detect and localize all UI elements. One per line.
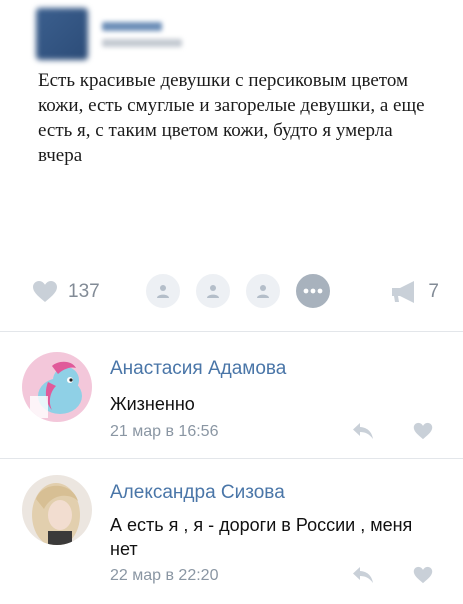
person-icon	[257, 285, 269, 298]
person-icon	[207, 285, 219, 298]
photo-blonde-image	[22, 475, 92, 545]
more-likers-button[interactable]	[294, 272, 332, 310]
post-header	[36, 6, 182, 62]
comment-text: Жизненно	[110, 394, 195, 414]
cartoon-pony-image	[22, 352, 92, 422]
post-author-meta	[102, 21, 182, 47]
post-actions-bar: 137 7	[0, 268, 463, 316]
comment-date: 22 мар в 22:20	[110, 567, 219, 584]
post-date-blurred	[102, 38, 182, 47]
comment-like-icon[interactable]	[413, 422, 433, 440]
comment-author-link[interactable]: Анастасия Адамова	[110, 358, 286, 380]
megaphone-icon	[392, 281, 415, 303]
ellipsis-icon	[303, 288, 323, 294]
reply-icon[interactable]	[352, 566, 374, 584]
commenter-avatar[interactable]	[22, 352, 92, 422]
post-author-avatar[interactable]	[36, 8, 88, 60]
commenter-avatar[interactable]	[22, 475, 92, 545]
share-button[interactable]: 7	[390, 280, 439, 304]
reply-icon[interactable]	[352, 422, 374, 440]
comment-like-icon[interactable]	[413, 566, 433, 584]
likers-row[interactable]	[144, 272, 344, 310]
heart-icon	[33, 281, 57, 302]
likes-count: 137	[68, 280, 100, 302]
liker-avatar[interactable]	[144, 272, 182, 310]
post-text: Есть красивые девушки с персиковым цвето…	[38, 70, 425, 166]
comment-item: Анастасия Адамова Жизненно 21 мар в 16:5…	[0, 332, 463, 458]
liker-avatar[interactable]	[194, 272, 232, 310]
person-icon	[157, 285, 169, 298]
comment-author-link[interactable]: Александра Сизова	[110, 482, 285, 504]
comment-text: А есть я , я - дороги в России , меня не…	[110, 515, 413, 559]
liker-avatar[interactable]	[244, 272, 282, 310]
post-author-name-blurred[interactable]	[102, 21, 162, 31]
shares-count: 7	[428, 281, 439, 302]
comment-date: 21 мар в 16:56	[110, 423, 219, 440]
like-button[interactable]: 137	[32, 280, 100, 303]
comment-item: Александра Сизова А есть я , я - дороги …	[0, 459, 463, 604]
